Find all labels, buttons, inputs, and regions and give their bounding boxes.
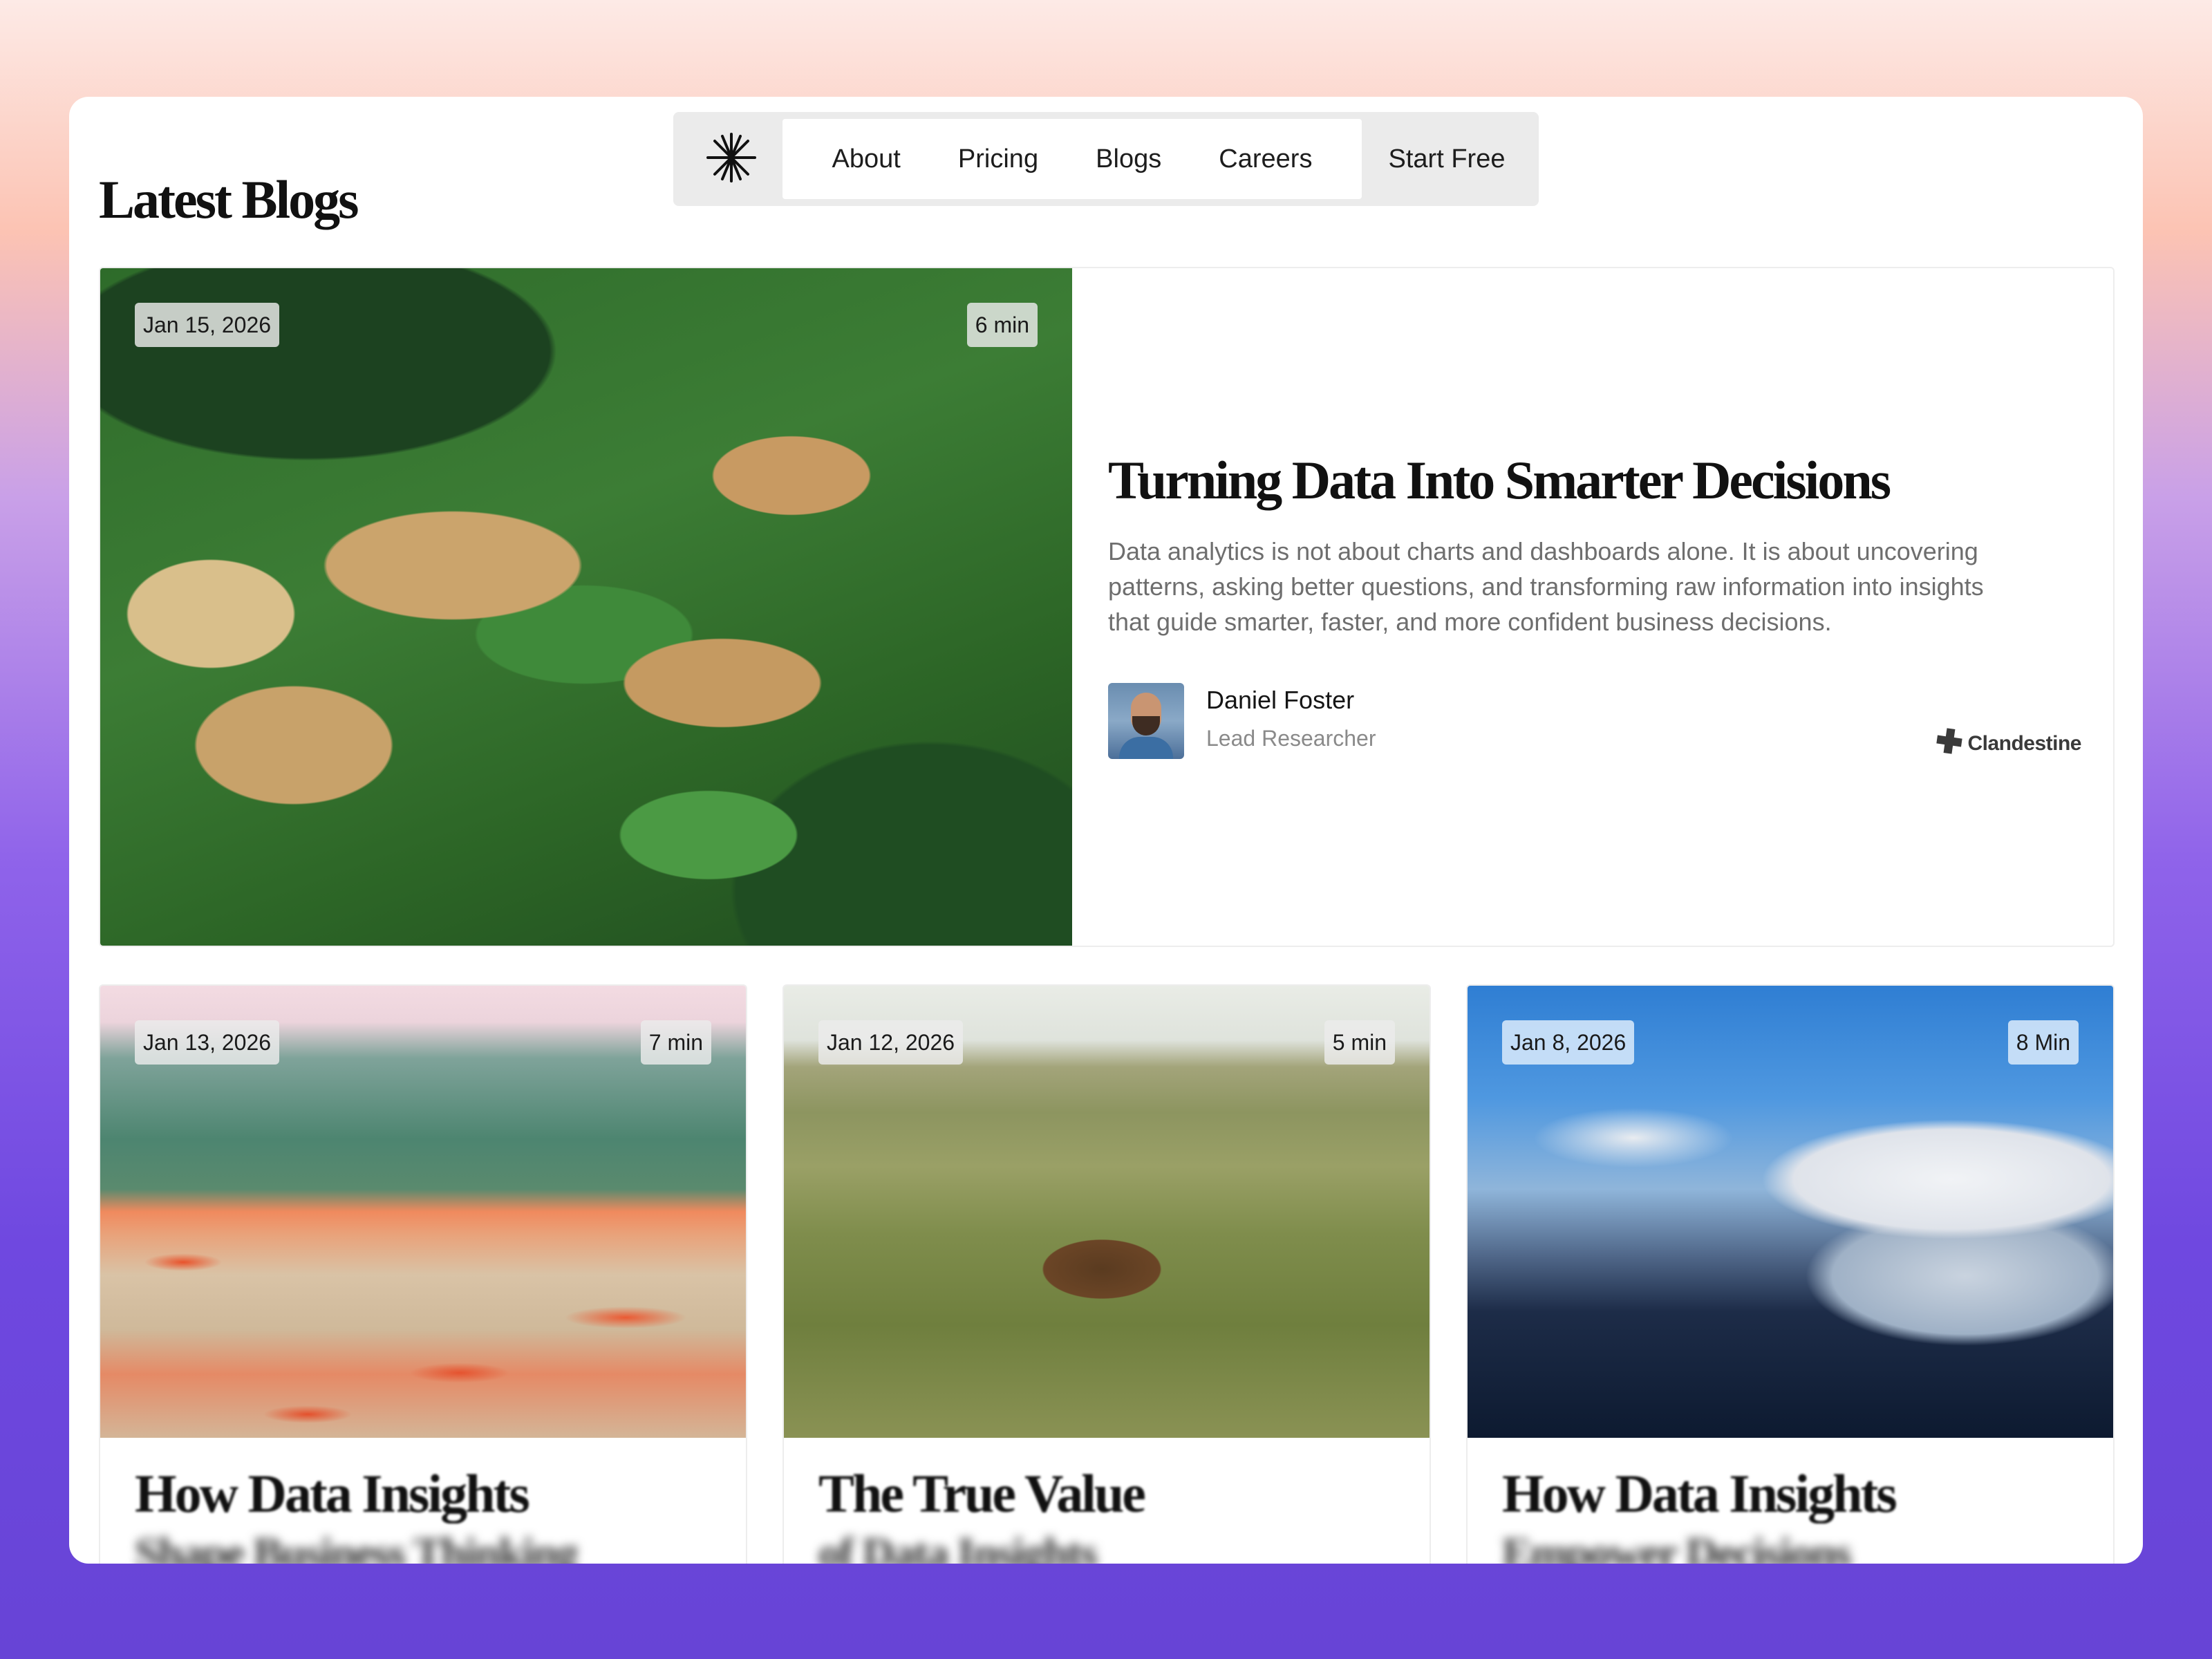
card-image: Jan 13, 2026 7 min [100,986,746,1438]
date-badge: Jan 15, 2026 [135,303,280,347]
featured-body: Turning Data Into Smarter Decisions Data… [1072,268,2113,946]
date-badge: Jan 12, 2026 [818,1020,964,1065]
read-time-badge: 5 min [1324,1020,1395,1065]
plus-cross-icon [1936,727,1963,760]
card-title[interactable]: The True Value [818,1463,1146,1525]
nav-link-blogs[interactable]: Blogs [1096,144,1161,174]
nav-link-careers[interactable]: Careers [1219,144,1312,174]
blog-card[interactable]: Jan 13, 2026 7 min How Data Insights Sha… [99,984,747,1564]
card-title[interactable]: How Data Insights [1502,1463,1897,1525]
page-title: Latest Blogs [99,169,359,229]
avatar [1108,683,1184,759]
read-time-badge: 8 Min [2007,1020,2079,1065]
date-badge: Jan 13, 2026 [135,1020,280,1065]
asterisk-icon [705,131,758,187]
card-image: Jan 8, 2026 8 Min [1468,986,2113,1438]
nav-link-about[interactable]: About [832,144,901,174]
nav-link-pricing[interactable]: Pricing [958,144,1038,174]
brand-logo: Clandestine [1936,727,2081,760]
read-time-badge: 6 min [966,303,1038,347]
brand-name: Clandestine [1967,732,2081,755]
card-subtitle: Empower Decisions [1502,1528,1851,1564]
start-free-button[interactable]: Start Free [1362,119,1532,199]
card-image: Jan 12, 2026 5 min [784,986,1430,1438]
card-subtitle: of Data Insights [818,1528,1098,1564]
logo[interactable] [680,119,782,199]
author-role: Lead Researcher [1206,726,1376,751]
featured-image: Jan 15, 2026 6 min [100,268,1072,946]
top-nav: About Pricing Blogs Careers Start Free [673,112,1539,206]
featured-title[interactable]: Turning Data Into Smarter Decisions [1108,449,1891,512]
blog-card[interactable]: Jan 12, 2026 5 min The True Value of Dat… [782,984,1431,1564]
author-name: Daniel Foster [1206,686,1355,714]
featured-post[interactable]: Jan 15, 2026 6 min Turning Data Into Sma… [99,267,2115,947]
nav-links: About Pricing Blogs Careers [782,119,1362,199]
start-free-label: Start Free [1388,144,1506,174]
card-title[interactable]: How Data Insights [135,1463,530,1525]
date-badge: Jan 8, 2026 [1502,1020,1635,1065]
featured-excerpt: Data analytics is not about charts and d… [1108,537,1984,636]
blog-page: Latest Blogs About Pricing Blogs Careers… [69,97,2143,1564]
card-subtitle: Shape Business Thinking [135,1528,578,1564]
read-time-badge: 7 min [640,1020,711,1065]
blog-card[interactable]: Jan 8, 2026 8 Min How Data Insights Empo… [1466,984,2115,1564]
